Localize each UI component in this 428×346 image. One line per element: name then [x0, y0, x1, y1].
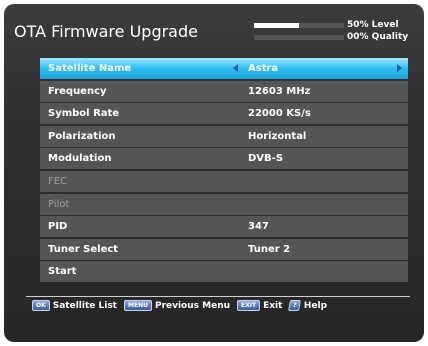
row-label: Satellite Name [48, 63, 132, 74]
row-label: Pilot [48, 198, 70, 210]
footer-hints: OK Satellite List MENU Previous Menu EXI… [32, 300, 334, 311]
menu-key-icon[interactable]: MENU [124, 300, 152, 311]
page-title: OTA Firmware Upgrade [14, 22, 198, 41]
row-value: Tuner 2 [248, 243, 291, 255]
row-tuner-select[interactable]: Tuner Select Tuner 2 [40, 238, 408, 260]
help-key-icon[interactable]: ? [288, 300, 302, 311]
row-value: 347 [248, 221, 269, 233]
row-label: Symbol Rate [48, 108, 120, 120]
row-value: Astra [248, 63, 279, 74]
row-label: Polarization [48, 130, 116, 142]
signal-level-text: 50% Level [347, 20, 399, 30]
previous-menu-hint: Previous Menu [154, 300, 231, 311]
footer-divider [26, 296, 410, 297]
row-value: 12603 MHz [248, 85, 311, 97]
row-polarization[interactable]: Polarization Horizontal [40, 125, 408, 147]
row-symbol-rate[interactable]: Symbol Rate 22000 KS/s [40, 103, 408, 125]
signal-quality-text: 00% Quality [347, 32, 409, 42]
row-label: FEC [48, 175, 68, 187]
exit-key-icon[interactable]: EXIT [237, 300, 261, 311]
row-label: PID [48, 221, 68, 233]
row-fec: FEC [40, 170, 408, 192]
exit-hint: Exit [263, 300, 283, 311]
ok-key-icon[interactable]: OK [32, 300, 50, 311]
arrow-right-icon[interactable] [397, 64, 402, 72]
row-value: Horizontal [248, 130, 307, 142]
arrow-left-icon[interactable] [233, 64, 238, 72]
help-hint: Help [303, 300, 328, 311]
row-frequency[interactable]: Frequency 12603 MHz [40, 80, 408, 102]
ota-firmware-upgrade-screen: OTA Firmware Upgrade 50% Level 00% Quali… [4, 4, 424, 342]
signal-quality-bar [254, 35, 344, 40]
signal-level-bar [254, 23, 344, 28]
row-value: DVB-S [248, 153, 284, 165]
settings-list: Satellite Name Astra Frequency 12603 MHz… [40, 58, 408, 284]
row-label: Start [48, 266, 77, 278]
row-modulation[interactable]: Modulation DVB-S [40, 148, 408, 170]
row-pid[interactable]: PID 347 [40, 216, 408, 238]
row-pilot: Pilot [40, 193, 408, 215]
row-satellite-name[interactable]: Satellite Name Astra [40, 58, 408, 79]
signal-level-fill [254, 23, 299, 28]
satellite-list-hint: Satellite List [52, 300, 117, 311]
row-label: Tuner Select [48, 243, 119, 255]
row-start[interactable]: Start [40, 261, 408, 283]
row-label: Frequency [48, 85, 107, 97]
row-value: 22000 KS/s [248, 108, 311, 120]
row-label: Modulation [48, 153, 112, 165]
